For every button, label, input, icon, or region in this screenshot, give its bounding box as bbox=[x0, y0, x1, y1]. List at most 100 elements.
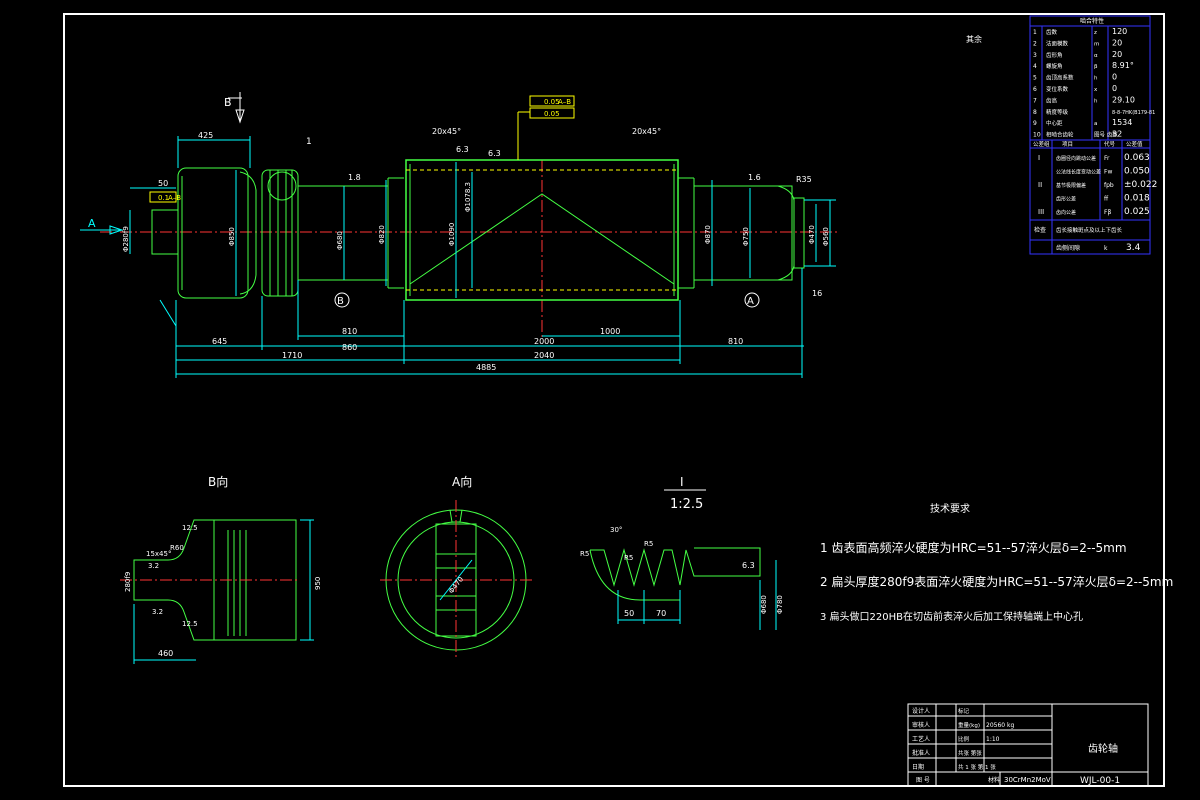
dim-50: 50 bbox=[158, 179, 168, 188]
a-dim-470: Φ470 bbox=[447, 575, 465, 595]
spec-row-name: 精度等级 bbox=[1046, 108, 1069, 116]
spec-group-head: 项目 bbox=[1062, 141, 1073, 148]
dim-425: 425 bbox=[198, 131, 213, 140]
phi-750: Φ750 bbox=[742, 227, 750, 246]
oil-grooves bbox=[261, 169, 299, 297]
spec-row-val: 120 bbox=[1112, 27, 1127, 36]
tb-row-label: 审核人 bbox=[912, 721, 930, 729]
tb-drawing-no: WJL-00-1 bbox=[1080, 776, 1120, 786]
tech-title: 技术要求 bbox=[930, 502, 970, 515]
i-dim-680: Φ680 bbox=[760, 595, 768, 614]
spec-row-sym: β bbox=[1094, 64, 1098, 70]
backlash-sym: k bbox=[1104, 245, 1108, 252]
spec-row-name: 齿顶高系数 bbox=[1046, 74, 1074, 82]
i-dim-780: Φ780 bbox=[776, 595, 784, 614]
spec-row-name: 齿高 bbox=[1046, 96, 1058, 104]
i-dim-30: 30° bbox=[610, 526, 622, 534]
b-view: B向 12.5 12.5 15x45° R60 3.2 3.2 460 280f… bbox=[120, 474, 322, 664]
spec-row-val: 29.10 bbox=[1112, 95, 1135, 104]
spec-group-code: Fw bbox=[1104, 169, 1112, 176]
phi-850: Φ850 bbox=[228, 227, 236, 246]
tb-row-mid: 重量(kg) bbox=[958, 721, 980, 729]
spec-row-sym: α bbox=[1094, 53, 1098, 59]
detail-marker: 1 bbox=[306, 137, 312, 147]
b-dim-460: 460 bbox=[158, 649, 173, 658]
b-dim-15x45: 15x45° bbox=[146, 550, 171, 558]
phi-1078: Φ1078.3 bbox=[464, 182, 472, 212]
dim-16: 16 bbox=[812, 289, 822, 298]
tb-row-val: 1:10 bbox=[986, 736, 1000, 743]
spec-row-no: 1 bbox=[1033, 29, 1037, 36]
b-dim-32b: 3.2 bbox=[152, 608, 163, 616]
dim-810b: 810 bbox=[728, 337, 743, 346]
spec-row-name: 变位系数 bbox=[1046, 85, 1069, 93]
phi-870: Φ870 bbox=[704, 225, 712, 244]
spec-row-val: 32 bbox=[1112, 130, 1122, 139]
spec-group-tol: 0.025 bbox=[1124, 207, 1150, 217]
phi-680: Φ680 bbox=[336, 231, 344, 250]
tb-row-mid: 共 1 张 第 1 张 bbox=[958, 763, 996, 771]
spec-group-id: II bbox=[1038, 181, 1042, 189]
spec-row-val: 20 bbox=[1112, 50, 1122, 59]
dim-4885: 4885 bbox=[476, 363, 496, 372]
tech-item-2: 2 扁头厚度280f9表面淬火硬度为HRC=51--57淬火层δ=2--5mm bbox=[820, 574, 1173, 589]
a-view-title: A向 bbox=[452, 474, 472, 489]
drawing-border bbox=[63, 13, 1165, 787]
rough-63a: 6.3 bbox=[456, 145, 469, 154]
spec-group-tol: 0.063 bbox=[1124, 153, 1150, 163]
tb-row-val: 20560 kg bbox=[986, 722, 1014, 729]
spec-group-tol: 0.050 bbox=[1124, 167, 1150, 177]
spec-row-no: 6 bbox=[1033, 86, 1037, 93]
b-dim-32a: 3.2 bbox=[148, 562, 159, 570]
left-journal bbox=[177, 167, 249, 299]
spec-group-head: 公差值 bbox=[1126, 140, 1143, 148]
tb-row-mid: 标记 bbox=[958, 707, 970, 715]
detail-title: I bbox=[680, 475, 684, 489]
spec-row-no: 3 bbox=[1033, 52, 1037, 59]
spec-group-code: fpb bbox=[1104, 182, 1114, 189]
spec-row-name: 中心距 bbox=[1046, 119, 1063, 127]
spec-row-val: 8.91° bbox=[1112, 61, 1134, 70]
spec-row-no: 5 bbox=[1033, 75, 1037, 82]
shaft-end bbox=[793, 197, 805, 269]
phi-280: Φ280f9 bbox=[122, 226, 130, 252]
spec-row-no: 9 bbox=[1033, 120, 1037, 127]
spec-title: 啮合特性 bbox=[1080, 17, 1104, 25]
backlash-val: 3.4 bbox=[1126, 243, 1141, 253]
a-view: A向 Φ470 bbox=[380, 474, 532, 660]
tb-row-label: 设计人 bbox=[912, 707, 930, 715]
tol-ab: A–B bbox=[168, 194, 181, 202]
spec-group-tol: ±0.022 bbox=[1124, 180, 1157, 190]
radius-35: R35 bbox=[796, 175, 812, 184]
spec-row-sym: m bbox=[1094, 41, 1099, 47]
tb-bottom-left: 图 号 bbox=[916, 777, 930, 784]
phi-560: Φ560 bbox=[822, 227, 830, 246]
b-dim-950: 950 bbox=[314, 577, 322, 590]
roughness-note: 其余 bbox=[966, 34, 982, 44]
rough-63b: 6.3 bbox=[488, 149, 501, 158]
phi-820: Φ820 bbox=[378, 225, 386, 244]
dim-810a: 810 bbox=[342, 327, 357, 336]
phi-1090: Φ1090 bbox=[448, 223, 456, 246]
main-shaft-view: B A B A 1 0.05 0.05 A–B 0.1 A–B 425 50 6… bbox=[80, 92, 840, 378]
tb-row-label: 工艺人 bbox=[912, 735, 930, 743]
spec-row-val: 0 bbox=[1112, 73, 1117, 82]
spec-row-no: 8 bbox=[1033, 109, 1037, 116]
spec-group-head: 代号 bbox=[1104, 140, 1116, 148]
b-view-title: B向 bbox=[208, 474, 228, 489]
spec-group-head: 公差组 bbox=[1033, 140, 1050, 148]
spec-group-item: 齿向公差 bbox=[1056, 209, 1076, 216]
tb-part-name: 齿轮轴 bbox=[1088, 742, 1118, 755]
spec-table: 啮合特性 1 齿数 z 120 2 法面模数 m 20 3 齿形角 α 20 4 螺旋角 β 8.91° 5 齿顶… bbox=[1029, 15, 1157, 255]
spec-row-name: 齿形角 bbox=[1046, 51, 1063, 59]
b-dim-125b: 12.5 bbox=[182, 620, 198, 628]
tb-row-label: 批准人 bbox=[912, 749, 930, 757]
i-dim-63: 6.3 bbox=[742, 561, 755, 570]
gdt-value-2: 0.05 bbox=[544, 110, 560, 118]
spec-group-code: Fr bbox=[1104, 155, 1110, 162]
spec-row-val: 1534 bbox=[1112, 118, 1132, 127]
spec-group-code: ff bbox=[1104, 196, 1109, 203]
tech-item-3: 3 扁头做口220HB在切齿前表淬火后加工保持轴端上中心孔 bbox=[820, 610, 1083, 623]
spec-row-name: 螺旋角 bbox=[1046, 62, 1063, 70]
spec-group-tol: 0.018 bbox=[1124, 194, 1150, 204]
